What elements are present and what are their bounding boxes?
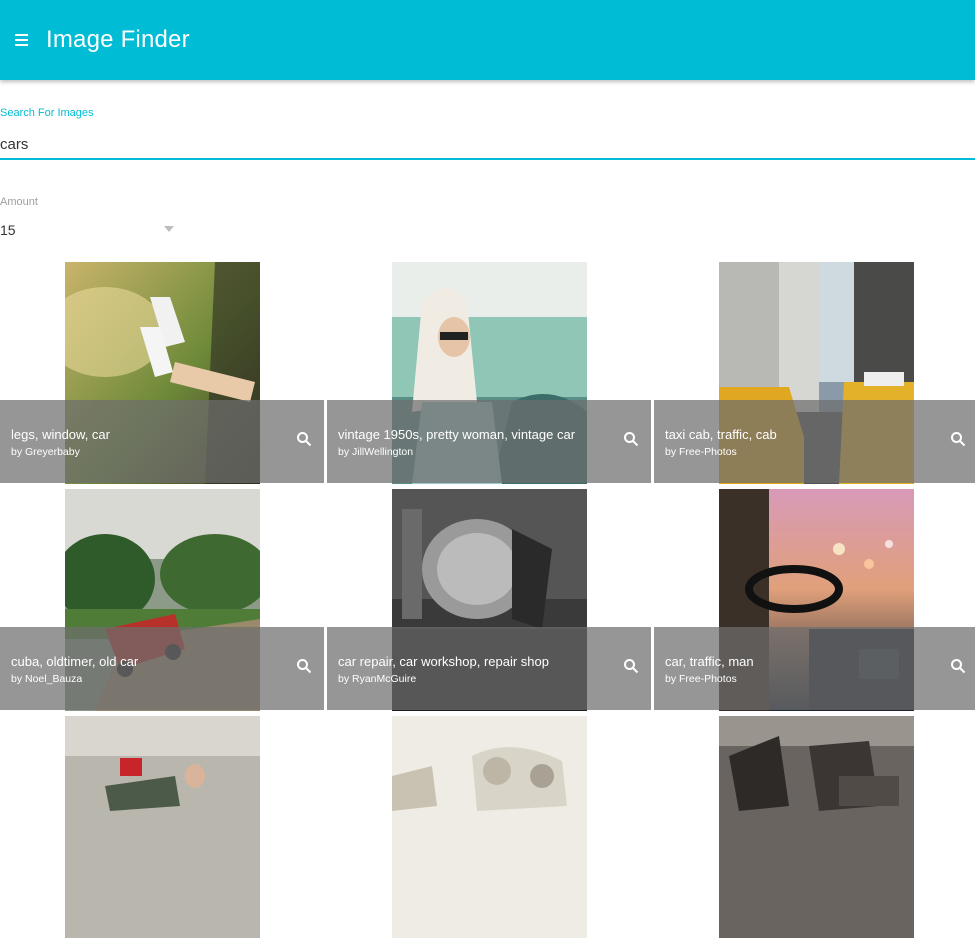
image-author: by JillWellington bbox=[338, 446, 414, 458]
image-tile[interactable] bbox=[0, 716, 324, 938]
image-author: by Noel_Bauza bbox=[11, 673, 83, 685]
search-underline bbox=[0, 158, 975, 160]
image-author: by Free-Photos bbox=[665, 673, 737, 685]
zoom-button[interactable] bbox=[619, 427, 643, 451]
amount-value: 15 bbox=[0, 222, 16, 238]
search-label: Search For Images bbox=[0, 107, 94, 119]
image-thumbnail bbox=[65, 716, 260, 938]
app-bar: Image Finder bbox=[0, 0, 975, 80]
search-input[interactable] bbox=[0, 130, 975, 158]
image-grid: legs, window, car by Greyerbaby vintage … bbox=[0, 262, 975, 938]
zoom-in-icon bbox=[297, 659, 312, 674]
zoom-button[interactable] bbox=[946, 427, 970, 451]
zoom-button[interactable] bbox=[619, 654, 643, 678]
amount-label: Amount bbox=[0, 196, 38, 208]
image-tile[interactable]: cuba, oldtimer, old car by Noel_Bauza bbox=[0, 489, 324, 711]
zoom-in-icon bbox=[624, 659, 639, 674]
image-tile[interactable] bbox=[654, 716, 975, 938]
zoom-in-icon bbox=[624, 432, 639, 447]
image-caption-bar: taxi cab, traffic, cab by Free-Photos bbox=[654, 400, 975, 483]
image-tile[interactable] bbox=[327, 716, 651, 938]
image-caption-bar: cuba, oldtimer, old car by Noel_Bauza bbox=[0, 627, 324, 710]
zoom-in-icon bbox=[297, 432, 312, 447]
zoom-button[interactable] bbox=[946, 654, 970, 678]
image-tile[interactable]: car repair, car workshop, repair shop by… bbox=[327, 489, 651, 711]
image-title: car repair, car workshop, repair shop bbox=[338, 654, 549, 669]
image-author: by Free-Photos bbox=[665, 446, 737, 458]
image-thumbnail bbox=[392, 716, 587, 938]
zoom-button[interactable] bbox=[292, 427, 316, 451]
image-tile[interactable]: taxi cab, traffic, cab by Free-Photos bbox=[654, 262, 975, 484]
image-title: legs, window, car bbox=[11, 427, 110, 442]
image-author: by RyanMcGuire bbox=[338, 673, 417, 685]
image-title: cuba, oldtimer, old car bbox=[11, 654, 139, 669]
dropdown-arrow-icon bbox=[164, 226, 174, 232]
app-title: Image Finder bbox=[46, 26, 190, 53]
amount-select[interactable]: 15 bbox=[0, 218, 180, 242]
menu-icon bbox=[15, 34, 28, 46]
image-tile[interactable]: car, traffic, man by Free-Photos bbox=[654, 489, 975, 711]
zoom-in-icon bbox=[951, 659, 966, 674]
image-thumbnail bbox=[719, 716, 914, 938]
image-title: taxi cab, traffic, cab bbox=[665, 427, 777, 442]
image-title: vintage 1950s, pretty woman, vintage car bbox=[338, 427, 576, 442]
image-tile[interactable]: legs, window, car by Greyerbaby bbox=[0, 262, 324, 484]
image-caption-bar: legs, window, car by Greyerbaby bbox=[0, 400, 324, 483]
image-caption-bar: vintage 1950s, pretty woman, vintage car… bbox=[327, 400, 651, 483]
menu-button[interactable] bbox=[0, 18, 44, 62]
image-title: car, traffic, man bbox=[665, 654, 754, 669]
image-tile[interactable]: vintage 1950s, pretty woman, vintage car… bbox=[327, 262, 651, 484]
image-caption-bar: car, traffic, man by Free-Photos bbox=[654, 627, 975, 710]
zoom-button[interactable] bbox=[292, 654, 316, 678]
image-caption-bar: car repair, car workshop, repair shop by… bbox=[327, 627, 651, 710]
zoom-in-icon bbox=[951, 432, 966, 447]
image-author: by Greyerbaby bbox=[11, 446, 80, 458]
